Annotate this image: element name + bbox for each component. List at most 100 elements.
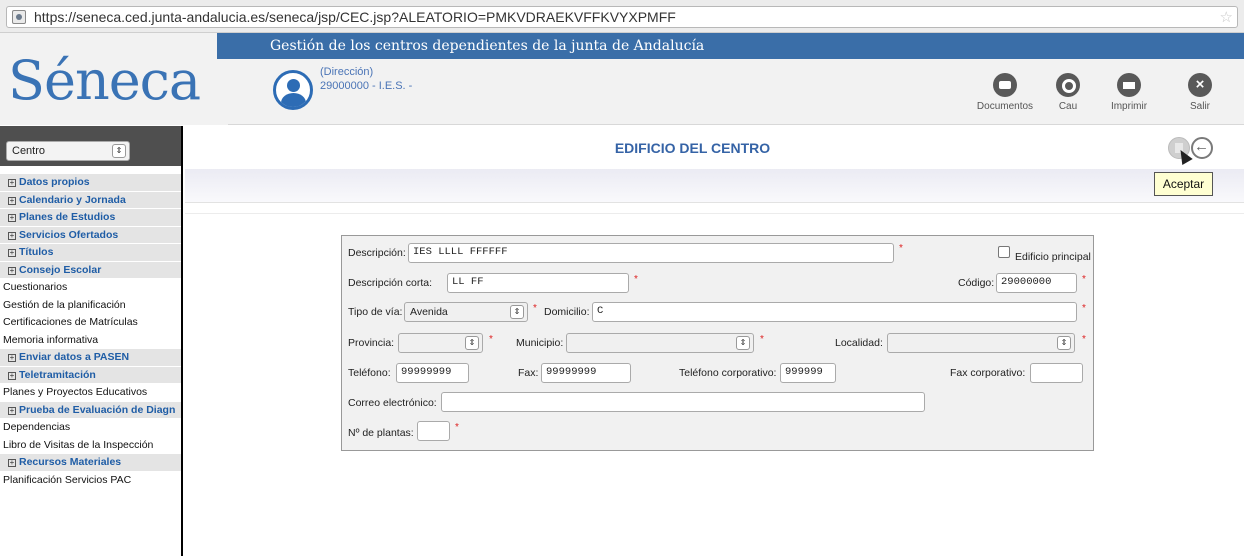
- chevron-updown-icon: ⇕: [736, 336, 750, 350]
- divider: [185, 213, 1244, 214]
- sidebar-item[interactable]: + Recursos Materiales: [0, 454, 181, 472]
- sidebar-item-label: Dependencias: [3, 421, 71, 433]
- domicilio-input[interactable]: C: [592, 302, 1077, 322]
- back-arrow-icon[interactable]: [1191, 137, 1213, 159]
- sidebar-item-label: Planes y Proyectos Educativos: [3, 386, 148, 398]
- print-icon: [1117, 73, 1141, 97]
- imprimir-button[interactable]: Imprimir: [1099, 73, 1159, 112]
- descripcion-input[interactable]: IES LLLL FFFFFF: [408, 243, 894, 263]
- sidebar-item[interactable]: Gestión de la planificación: [0, 296, 181, 314]
- expand-plus-icon: +: [8, 248, 16, 257]
- imprimir-label: Imprimir: [1110, 101, 1148, 112]
- address-bar[interactable]: https://seneca.ced.junta-andalucia.es/se…: [6, 6, 1238, 28]
- sidebar-item-label: Datos propios: [19, 176, 90, 188]
- required-mark: *: [760, 334, 764, 345]
- telefono-input[interactable]: 99999999: [396, 363, 469, 383]
- cau-button[interactable]: Cau: [1038, 73, 1098, 112]
- required-mark: *: [634, 274, 638, 285]
- sidebar-item-label: Planes de Estudios: [19, 211, 116, 223]
- sidebar-item-label: Enviar datos a PASEN: [19, 351, 130, 363]
- salir-label: Salir: [1189, 101, 1210, 112]
- sidebar-item-label: Cuestionarios: [3, 281, 68, 293]
- expand-plus-icon: +: [8, 178, 16, 187]
- sidebar-item[interactable]: Memoria informativa: [0, 331, 181, 349]
- required-mark: *: [1082, 334, 1086, 345]
- provincia-select[interactable]: ⇕: [398, 333, 483, 353]
- chevron-updown-icon: ⇕: [510, 305, 524, 319]
- sidebar-item[interactable]: + Planes de Estudios: [0, 209, 181, 227]
- sidebar-item[interactable]: Planificación Servicios PAC: [0, 471, 181, 489]
- logo-text: Séneca: [8, 49, 201, 112]
- sidebar-item[interactable]: + Títulos: [0, 244, 181, 262]
- telefono-corporativo-label: Teléfono corporativo:: [679, 367, 777, 379]
- edificio-form: Descripción: IES LLLL FFFFFF * Edificio …: [341, 235, 1094, 451]
- localidad-select[interactable]: ⇕: [887, 333, 1075, 353]
- sidebar-item-label: Memoria informativa: [3, 333, 99, 346]
- sidebar-item[interactable]: + Prueba de Evaluación de Diagn: [0, 401, 181, 419]
- sidebar-item[interactable]: Dependencias: [0, 419, 181, 437]
- sidebar-item[interactable]: + Enviar datos a PASEN: [0, 349, 181, 367]
- municipio-select[interactable]: ⇕: [566, 333, 754, 353]
- close-icon: ×: [1188, 73, 1212, 97]
- sidebar-item[interactable]: Libro de Visitas de la Inspección: [0, 436, 181, 454]
- sidebar-item[interactable]: Certificaciones de Matrículas: [0, 314, 181, 332]
- site-info-icon[interactable]: [12, 10, 26, 24]
- sidebar-item[interactable]: Planes y Proyectos Educativos: [0, 384, 181, 402]
- user-role: (Dirección): [320, 66, 374, 78]
- banner-title: Gestión de los centros dependientes de l…: [270, 38, 705, 54]
- plantas-input[interactable]: [417, 421, 450, 441]
- sidebar-item[interactable]: + Teletramitación: [0, 366, 181, 384]
- accept-tooltip: Aceptar: [1154, 172, 1213, 196]
- sidebar-item[interactable]: Cuestionarios: [0, 279, 181, 297]
- sidebar-menu: + Datos propios + Calendario y Jornada + Plan…: [0, 174, 181, 489]
- descripcion-corta-input[interactable]: LL FF: [447, 273, 629, 293]
- documentos-label: Documentos: [976, 101, 1034, 112]
- expand-plus-icon: +: [8, 370, 16, 380]
- module-select[interactable]: Centro ⇕: [6, 141, 130, 161]
- provincia-label: Provincia:: [348, 337, 395, 349]
- sidebar-item[interactable]: + Consejo Escolar: [0, 261, 181, 279]
- toolbar-strip: [185, 169, 1244, 203]
- sidebar-item[interactable]: + Datos propios: [0, 174, 181, 192]
- sidebar-item[interactable]: + Servicios Ofertados: [0, 226, 181, 244]
- fax-input[interactable]: 99999999: [541, 363, 631, 383]
- chevron-updown-icon: ⇕: [112, 144, 126, 158]
- sidebar-item-label: Prueba de Evaluación de Diagn: [19, 403, 176, 416]
- documentos-button[interactable]: Documentos: [975, 73, 1035, 112]
- user-avatar-icon[interactable]: [273, 70, 313, 110]
- edificio-principal-checkbox[interactable]: [998, 246, 1010, 258]
- plantas-label: Nº de plantas:: [348, 427, 414, 439]
- sidebar-item-label: Teletramitación: [19, 368, 96, 381]
- domicilio-label: Domicilio:: [544, 306, 590, 318]
- expand-plus-icon: +: [8, 265, 16, 275]
- url-text[interactable]: https://seneca.ced.junta-andalucia.es/se…: [34, 9, 676, 25]
- support-icon: [1056, 73, 1080, 97]
- seneca-logo: Séneca: [0, 33, 228, 125]
- telefono-corporativo-input[interactable]: 999999: [780, 363, 836, 383]
- cau-label: Cau: [1058, 101, 1078, 112]
- bookmark-star-icon[interactable]: ☆: [1220, 8, 1233, 26]
- fax-corporativo-input[interactable]: [1030, 363, 1083, 383]
- municipio-label: Municipio:: [516, 337, 564, 349]
- required-mark: *: [455, 422, 459, 433]
- telefono-label: Teléfono:: [348, 367, 391, 379]
- chevron-updown-icon: ⇕: [465, 336, 479, 350]
- page-header: EDIFICIO DEL CENTRO: [185, 127, 1244, 169]
- sidebar-item-label: Planificación Servicios PAC: [3, 473, 132, 486]
- correo-input[interactable]: [441, 392, 925, 412]
- expand-plus-icon: +: [8, 195, 16, 205]
- sidebar-item-label: Servicios Ofertados: [19, 228, 119, 241]
- sidebar-item-label: Gestión de la planificación: [3, 298, 126, 311]
- descripcion-corta-label: Descripción corta:: [348, 277, 433, 289]
- salir-button[interactable]: × Salir: [1170, 73, 1230, 112]
- sidebar-item-label: Consejo Escolar: [19, 263, 102, 276]
- tipo-via-select[interactable]: Avenida ⇕: [404, 302, 528, 322]
- sidebar-selector-area: Centro ⇕: [0, 126, 181, 166]
- codigo-label: Código:: [958, 277, 995, 289]
- codigo-input[interactable]: 29000000: [996, 273, 1077, 293]
- sidebar-item-label: Recursos Materiales: [19, 456, 122, 468]
- sidebar-item[interactable]: + Calendario y Jornada: [0, 191, 181, 209]
- fax-label: Fax:: [518, 367, 539, 379]
- expand-plus-icon: +: [8, 213, 16, 222]
- required-mark: *: [489, 334, 493, 345]
